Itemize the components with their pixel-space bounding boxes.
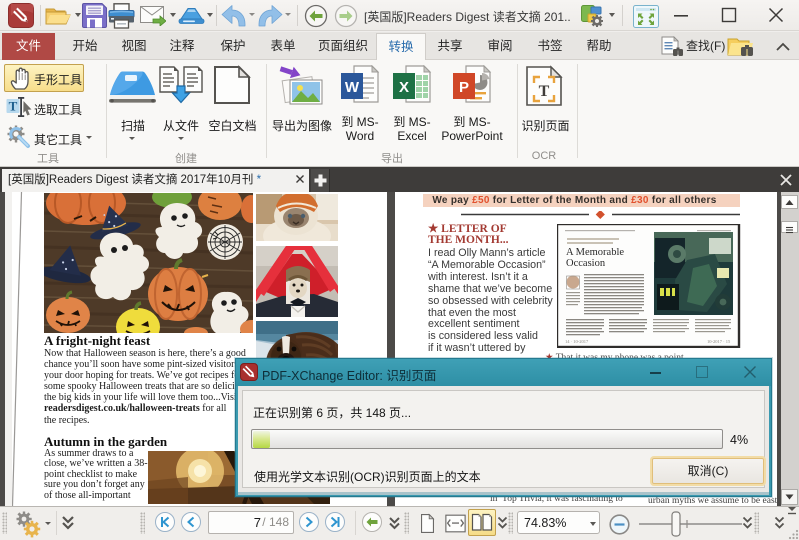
- svg-text:X: X: [399, 79, 409, 96]
- svg-text:Occasion: Occasion: [566, 258, 606, 269]
- svg-text:A Memorable: A Memorable: [566, 247, 624, 258]
- svg-text:P: P: [459, 79, 469, 96]
- svg-text:10-2017 · 15: 10-2017 · 15: [707, 339, 731, 344]
- svg-text:T: T: [539, 83, 550, 100]
- svg-text:14 · 10-2017: 14 · 10-2017: [565, 339, 589, 344]
- svg-text:W: W: [345, 79, 360, 96]
- svg-text:T: T: [9, 99, 18, 114]
